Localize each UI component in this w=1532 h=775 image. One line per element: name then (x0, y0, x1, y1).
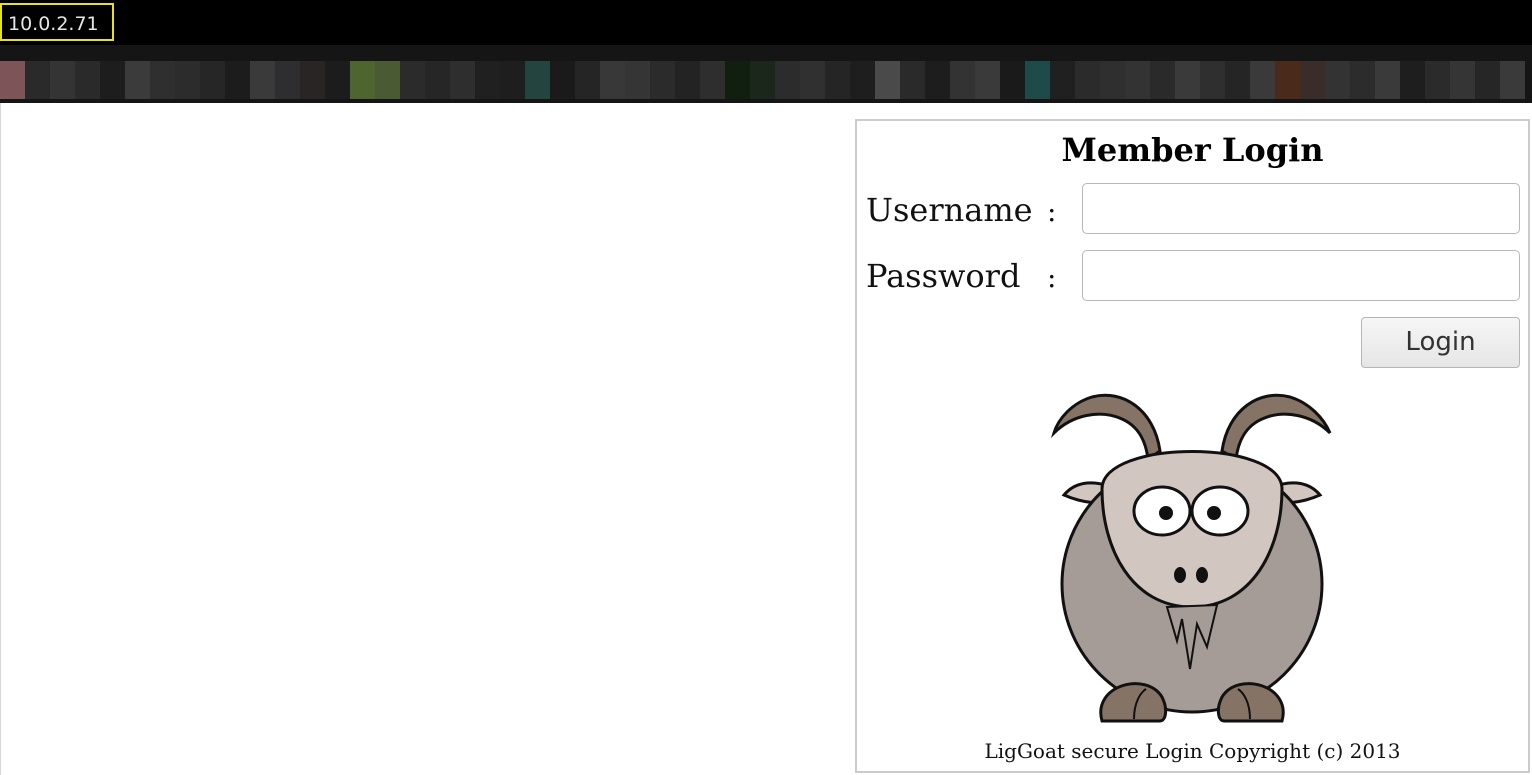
password-colon: : (1047, 261, 1057, 294)
copyright-footer: LigGoat secure Login Copyright (c) 2013 (984, 739, 1401, 763)
login-button[interactable]: Login (1361, 317, 1520, 368)
login-panel: Member Login Username : Password : Login… (855, 119, 1530, 773)
goat-icon (1050, 393, 1332, 723)
host-address-label: 10.0.2.71 (0, 3, 114, 41)
username-input[interactable] (1082, 183, 1520, 234)
pixelated-tab-row (0, 61, 1525, 99)
pixelated-tab-strip (0, 45, 1532, 103)
password-label: Password (866, 257, 1021, 295)
username-colon: : (1047, 195, 1057, 228)
top-bar: 10.0.2.71 (0, 0, 1532, 45)
password-input[interactable] (1082, 250, 1520, 301)
username-label: Username (866, 191, 1033, 229)
login-title: Member Login (1061, 131, 1324, 169)
